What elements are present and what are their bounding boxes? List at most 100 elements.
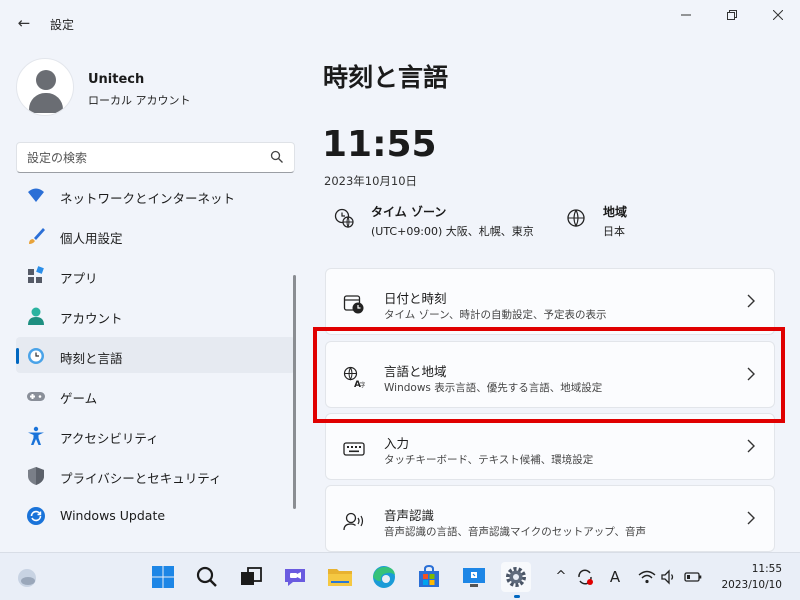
settings-search[interactable]	[16, 142, 295, 173]
close-button[interactable]	[756, 4, 800, 30]
sidebar-item-label: ゲーム	[60, 391, 98, 406]
sidebar-scrollbar[interactable]	[293, 275, 296, 509]
taskbar: ^ A 11:55 2023/10/10	[0, 552, 800, 600]
sidebar-item-label: 時刻と言語	[60, 351, 123, 366]
card-title: 音声認識	[384, 508, 435, 523]
remote-icon	[463, 568, 485, 587]
explorer-icon	[328, 569, 352, 586]
sidebar-item-apps[interactable]: アプリ	[16, 257, 295, 293]
edge-icon	[373, 566, 395, 588]
taskbar-date: 2023/10/10	[721, 579, 782, 591]
sidebar-item-label: アカウント	[60, 311, 123, 326]
battery-icon	[684, 572, 702, 582]
ime-indicator[interactable]: A	[606, 568, 624, 586]
sidebar-item-label: プライバシーとセキュリティ	[60, 471, 222, 486]
chevron-right-icon	[747, 294, 755, 308]
search-icon	[196, 566, 217, 587]
globe-icon	[567, 209, 585, 228]
search-input[interactable]	[27, 149, 257, 167]
shield-icon	[28, 467, 44, 485]
maximize-button[interactable]	[710, 4, 754, 30]
sidebar-item-personalization[interactable]: 個人用設定	[16, 217, 295, 253]
chevron-right-icon	[747, 511, 755, 525]
active-app-indicator	[514, 595, 520, 598]
card-speech[interactable]: 音声認識 音声認識の言語、音声認識マイクのセットアップ、音声	[325, 485, 775, 552]
sidebar-item-label: アプリ	[60, 271, 98, 286]
sidebar-item-label: 個人用設定	[60, 231, 123, 246]
settings-icon	[506, 567, 526, 587]
remote-button[interactable]	[459, 562, 489, 592]
chat-icon	[285, 569, 305, 586]
card-title: 日付と時刻	[384, 291, 447, 306]
sidebar-item-accounts[interactable]: アカウント	[16, 297, 295, 333]
card-subtitle: 音声認識の言語、音声認識マイクのセットアップ、音声	[384, 526, 646, 538]
tray-battery-button[interactable]	[684, 568, 702, 586]
start-button[interactable]	[148, 562, 178, 592]
sidebar-item-label: アクセシビリティ	[60, 431, 159, 446]
sidebar-item-time-language[interactable]: 時刻と言語	[16, 337, 295, 373]
calendar-clock-icon	[343, 295, 364, 314]
start-icon	[152, 566, 174, 588]
avatar-head	[36, 70, 56, 90]
current-time: 11:55	[322, 124, 437, 165]
restore-icon	[727, 10, 737, 20]
taskbar-clock[interactable]: 11:55 2023/10/10	[721, 561, 782, 593]
sidebar-item-label: ネットワークとインターネット	[60, 191, 236, 206]
person-icon	[28, 307, 44, 325]
minimize-button[interactable]	[664, 4, 708, 30]
wifi-icon	[28, 188, 44, 202]
account-type: ローカル アカウント	[88, 94, 191, 107]
sidebar-item-windows-update[interactable]: Windows Update	[16, 497, 295, 533]
weather-icon[interactable]	[16, 567, 38, 589]
card-date-time[interactable]: 日付と時刻 タイム ゾーン、時計の自動設定、予定表の表示	[325, 268, 775, 335]
tray-wifi-button[interactable]	[638, 568, 656, 586]
region-title: 地域	[603, 205, 628, 219]
chat-button[interactable]	[280, 562, 310, 592]
clock-globe-icon	[28, 348, 44, 364]
minimize-icon	[681, 14, 691, 16]
current-date: 2023年10月10日	[324, 174, 418, 188]
taskbar-time: 11:55	[751, 563, 782, 575]
card-subtitle: タッチキーボード、テキスト候補、環境設定	[384, 454, 594, 466]
tray-sync-button[interactable]	[576, 568, 594, 586]
tray-overflow-button[interactable]: ^	[552, 568, 570, 586]
store-button[interactable]	[414, 562, 444, 592]
explorer-button[interactable]	[325, 562, 355, 592]
close-icon	[772, 9, 784, 21]
sidebar-item-accessibility[interactable]: アクセシビリティ	[16, 417, 295, 453]
taskbar-search-button[interactable]	[192, 562, 222, 592]
update-icon	[27, 507, 45, 525]
timezone-icon	[334, 208, 354, 228]
tray-volume-button[interactable]	[660, 568, 678, 586]
sidebar-item-label: Windows Update	[60, 508, 166, 523]
search-icon	[270, 150, 283, 163]
settings-window: ← 設定 Unitech ローカル アカウント ネットワークとインターネット 個…	[0, 0, 800, 552]
sidebar-nav: ネットワークとインターネット 個人用設定 アプリ アカウント 時刻と言語 ゲーム…	[16, 180, 295, 552]
timezone-title: タイム ゾーン	[371, 205, 447, 219]
apps-icon	[28, 266, 44, 283]
sidebar-item-gaming[interactable]: ゲーム	[16, 377, 295, 413]
app-title: 設定	[50, 18, 75, 32]
gamepad-icon	[27, 392, 45, 401]
sidebar-item-privacy[interactable]: プライバシーとセキュリティ	[16, 457, 295, 493]
chevron-right-icon	[747, 439, 755, 453]
timezone-value: (UTC+09:00) 大阪、札幌、東京	[371, 225, 534, 238]
user-name: Unitech	[88, 72, 145, 87]
edge-button[interactable]	[369, 562, 399, 592]
accessibility-icon	[28, 426, 44, 445]
title-bar: ← 設定	[0, 0, 800, 46]
avatar-body	[29, 93, 63, 113]
region-value: 日本	[603, 225, 625, 238]
wifi-icon	[638, 570, 656, 584]
back-button[interactable]: ←	[14, 13, 34, 33]
card-typing[interactable]: 入力 タッチキーボード、テキスト候補、環境設定	[325, 413, 775, 480]
sidebar-item-network[interactable]: ネットワークとインターネット	[16, 180, 295, 213]
highlight-box	[313, 327, 785, 423]
task-view-button[interactable]	[236, 562, 266, 592]
active-indicator	[16, 348, 19, 364]
task-view-icon	[241, 567, 262, 585]
keyboard-icon	[343, 442, 365, 456]
settings-taskbar-button[interactable]	[501, 562, 531, 598]
store-icon	[419, 564, 439, 587]
avatar[interactable]	[16, 58, 74, 116]
